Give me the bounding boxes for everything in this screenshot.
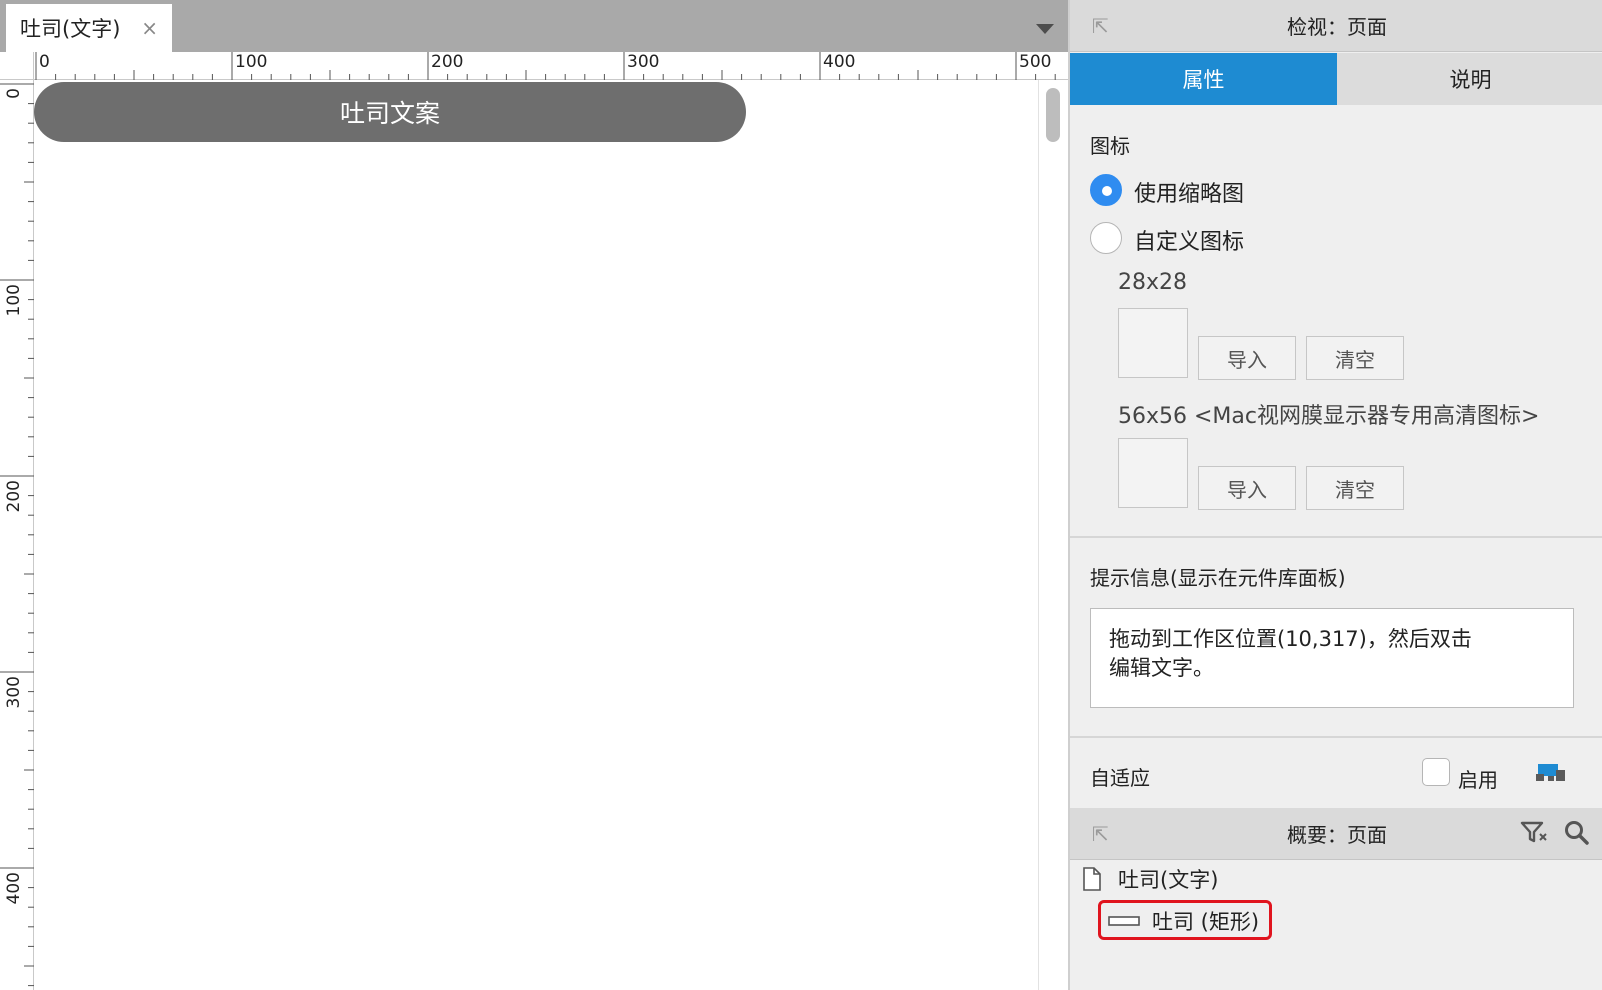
design-canvas[interactable]: 吐司文案 (34, 80, 1038, 990)
inspector-header: ⇱ 检视：页面 (1070, 0, 1602, 52)
inspector-panel: ⇱ 检视：页面 属性 说明 图标 使用缩略图 自定义图标 28x28 导入 清空… (1068, 0, 1602, 990)
inspector-title: 检视：页面 (1287, 15, 1387, 39)
vertical-ruler-ticks: 0 100 200 300 400 (0, 83, 34, 987)
tab-properties[interactable]: 属性 (1070, 53, 1337, 105)
toast-widget[interactable]: 吐司文案 (34, 82, 746, 142)
radio-custom-icon-label: 自定义图标 (1134, 230, 1245, 255)
vertical-ruler: 0 100 200 300 400 (0, 80, 34, 990)
document-tab-title: 吐司(文字) (20, 17, 121, 41)
canvas-area: 吐司(文字) × 0 100 200 300 400 500 0 100 200 300 400 … (0, 0, 1068, 990)
ruler-label: 100 (235, 52, 267, 72)
document-tab-bar: 吐司(文字) × (0, 0, 1068, 52)
tree-item-page[interactable]: 吐司(文字) (1082, 864, 1218, 894)
adaptive-section-title: 自适应 (1090, 766, 1150, 790)
clear-small-icon-button[interactable]: 清空 (1306, 336, 1404, 380)
ruler-label: 100 (4, 284, 24, 316)
outline-tree: 吐司(文字) 吐司 (矩形) (1070, 860, 1602, 990)
search-icon[interactable] (1564, 820, 1590, 846)
ruler-label: 400 (4, 872, 24, 904)
ruler-label: 300 (627, 52, 659, 72)
rectangle-icon (1108, 916, 1140, 926)
page-icon (1083, 867, 1101, 891)
adaptive-enable-label: 启用 (1458, 768, 1498, 792)
pin-icon[interactable]: ⇱ (1092, 822, 1109, 846)
radio-use-thumbnail[interactable] (1090, 174, 1122, 206)
tree-item-page-label: 吐司(文字) (1118, 868, 1219, 892)
small-icon-size-label: 28x28 (1118, 270, 1188, 295)
radio-use-thumbnail-label: 使用缩略图 (1134, 182, 1245, 207)
section-divider (1070, 736, 1602, 738)
pin-icon[interactable]: ⇱ (1092, 14, 1109, 38)
large-icon-size-label: 56x56 <Mac视网膜显示器专用高清图标> (1118, 404, 1540, 429)
icon-section-title: 图标 (1090, 134, 1130, 158)
ruler-label: 0 (4, 88, 24, 99)
filter-icon[interactable] (1520, 820, 1548, 846)
tab-notes[interactable]: 说明 (1337, 53, 1602, 105)
horizontal-ruler-ticks: 0 100 200 300 400 500 (35, 52, 1056, 80)
ruler-label: 400 (823, 52, 855, 72)
document-tab[interactable]: 吐司(文字) × (6, 4, 172, 52)
clear-large-icon-button[interactable]: 清空 (1306, 466, 1404, 510)
tree-item-rectangle[interactable]: 吐司 (矩形) (1108, 906, 1259, 936)
section-divider (1070, 536, 1602, 538)
ruler-corner (0, 52, 34, 80)
outline-title: 概要：页面 (1287, 823, 1387, 847)
tooltip-textarea[interactable]: 拖动到工作区位置(10,317)，然后双击 编辑文字。 (1090, 608, 1574, 708)
tooltip-section-title: 提示信息(显示在元件库面板) (1090, 566, 1346, 590)
tree-item-rectangle-label: 吐司 (矩形) (1152, 910, 1260, 934)
import-small-icon-button[interactable]: 导入 (1198, 336, 1296, 380)
scrollbar-thumb[interactable] (1046, 88, 1060, 142)
large-icon-preview (1118, 438, 1188, 508)
vertical-scrollbar[interactable] (1038, 80, 1068, 990)
horizontal-ruler: 0 100 200 300 400 500 (34, 52, 1068, 80)
close-icon[interactable]: × (141, 16, 158, 40)
small-icon-preview (1118, 308, 1188, 378)
ruler-label: 500 (1019, 52, 1051, 72)
ruler-label: 200 (431, 52, 463, 72)
tooltip-text-line1: 拖动到工作区位置(10,317)，然后双击 (1109, 627, 1472, 651)
tooltip-text-line2: 编辑文字。 (1109, 656, 1214, 680)
ruler-label: 200 (4, 480, 24, 512)
ruler-label: 300 (4, 676, 24, 708)
ruler-label: 0 (39, 52, 50, 72)
chevron-down-icon[interactable] (1036, 24, 1054, 34)
import-large-icon-button[interactable]: 导入 (1198, 466, 1296, 510)
adaptive-views-icon[interactable] (1536, 762, 1566, 782)
radio-custom-icon[interactable] (1090, 222, 1122, 254)
outline-header: ⇱ 概要：页面 (1070, 808, 1602, 860)
inspector-tabs: 属性 说明 (1070, 53, 1602, 105)
adaptive-enable-checkbox[interactable] (1422, 758, 1450, 786)
